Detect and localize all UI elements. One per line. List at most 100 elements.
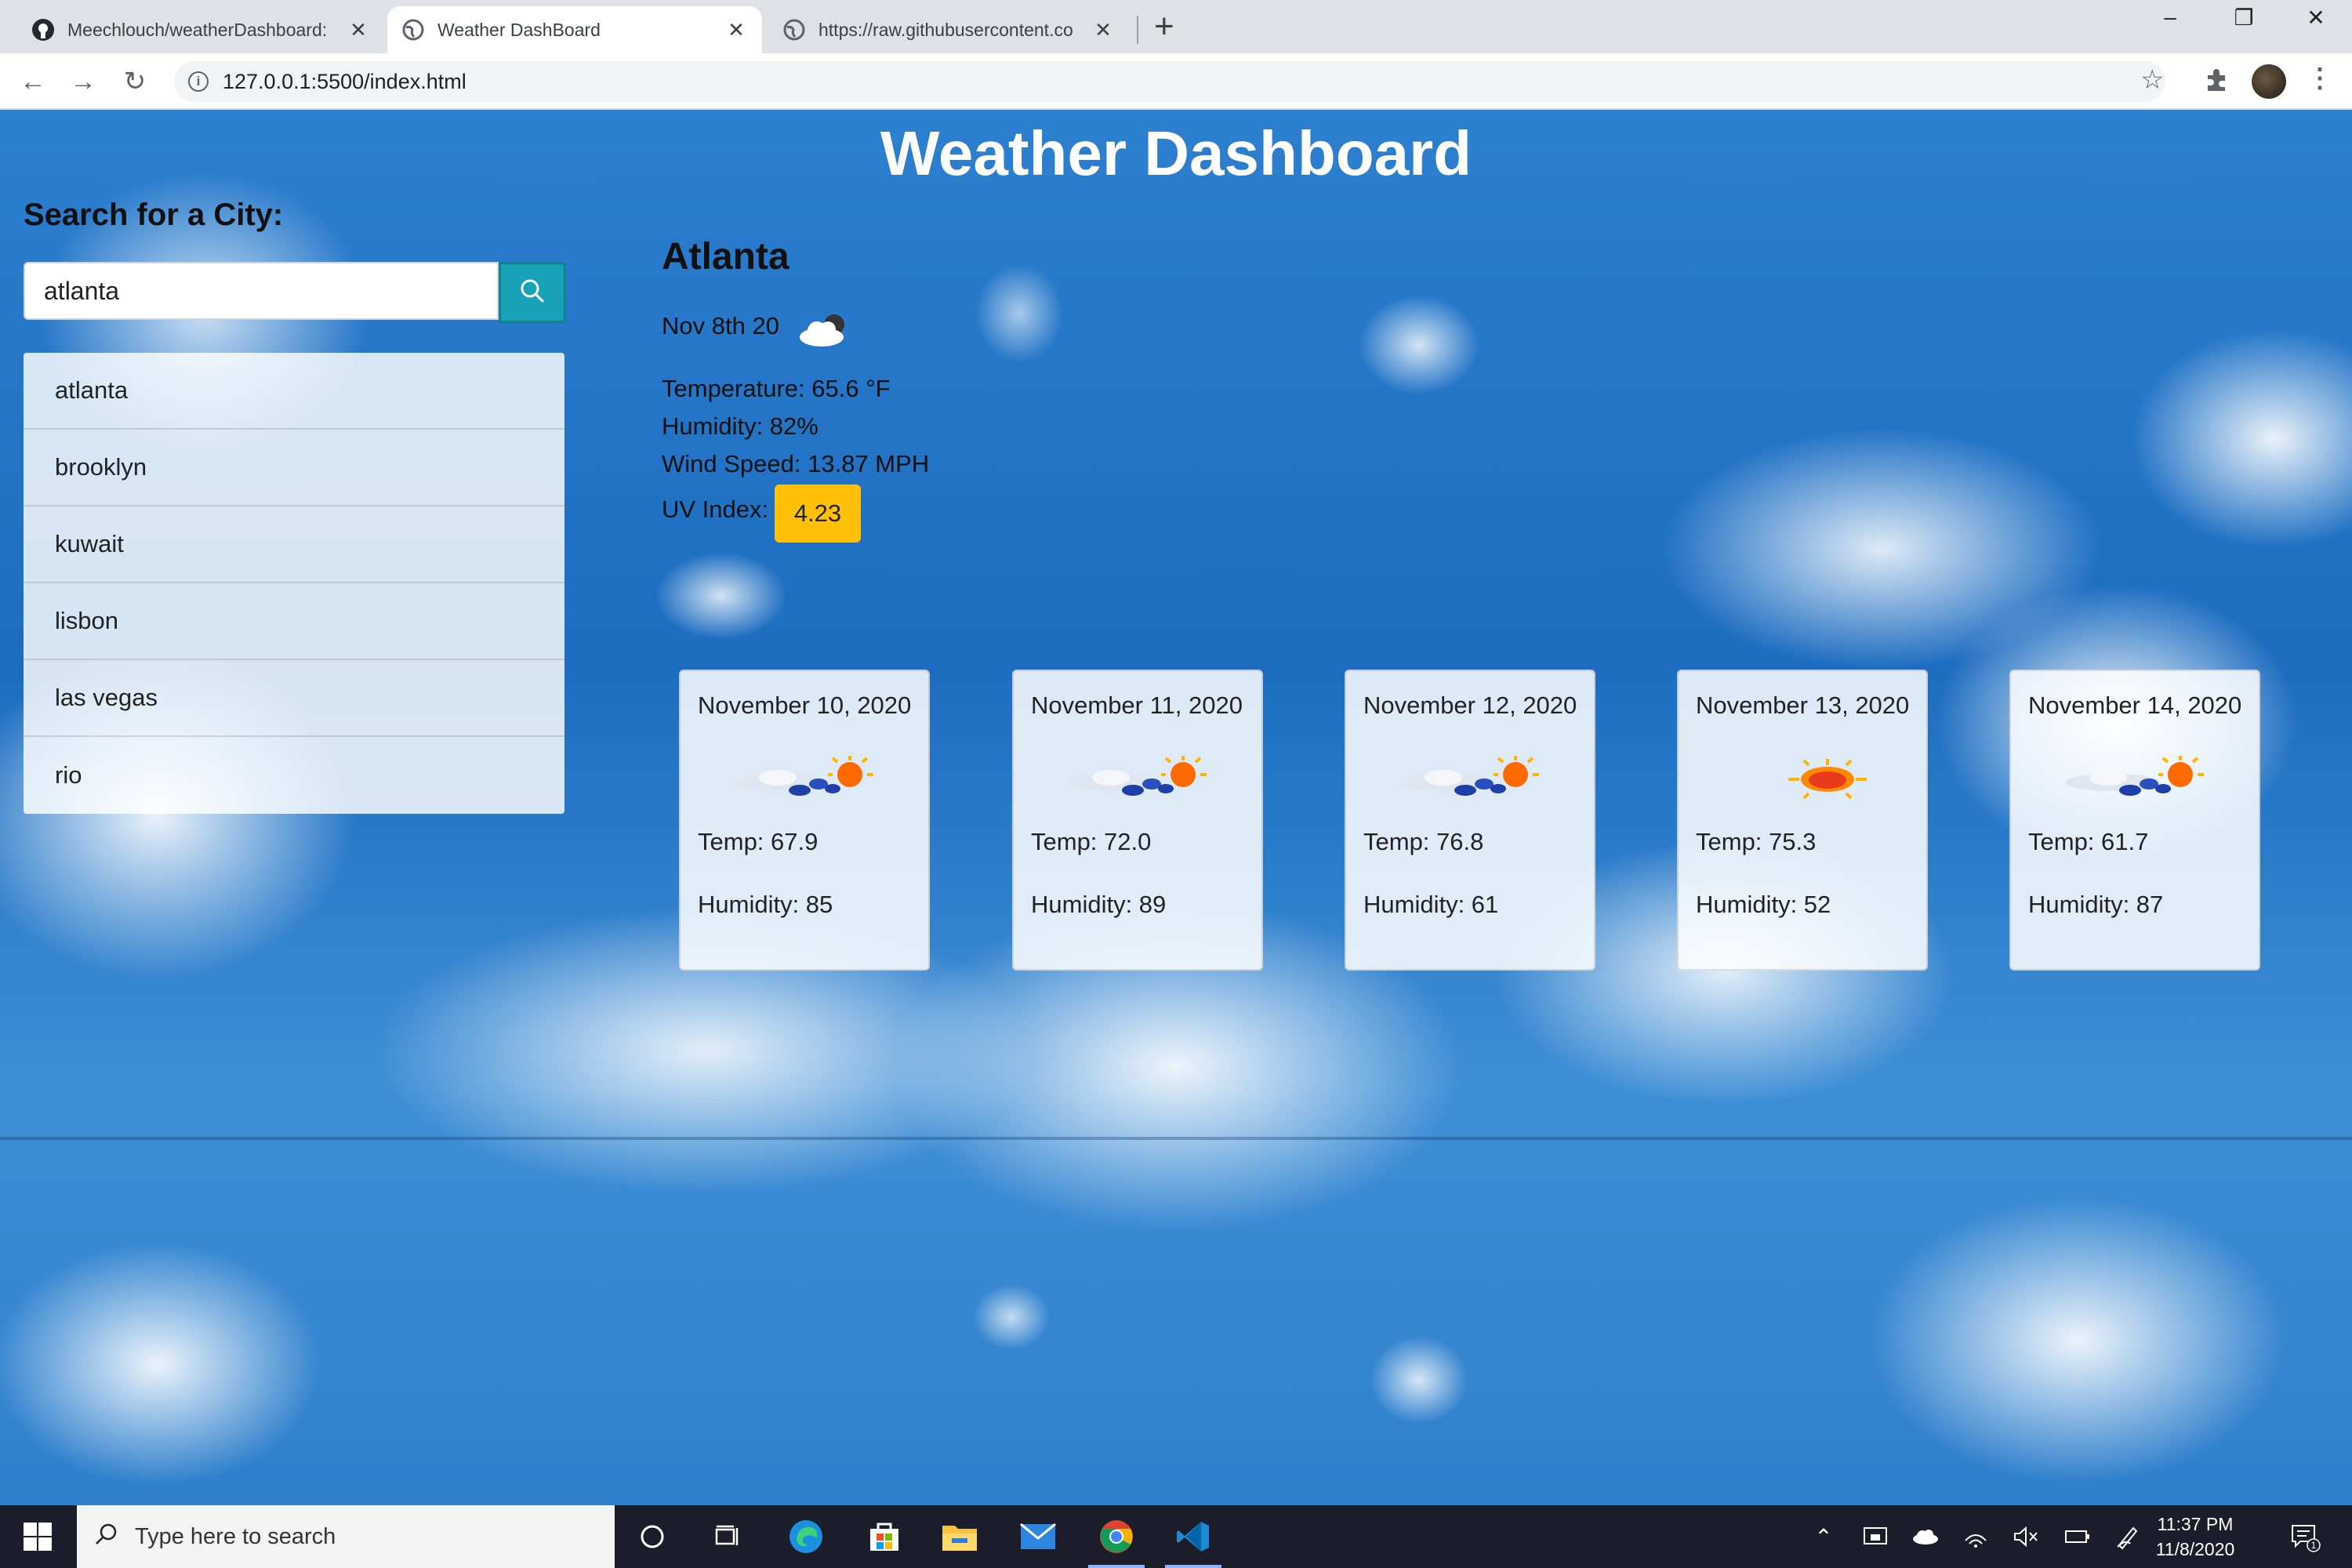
chrome-icon[interactable] xyxy=(1080,1505,1152,1568)
bookmark-star-icon[interactable]: ☆ xyxy=(2140,64,2164,96)
history-item[interactable]: las vegas xyxy=(24,660,564,737)
tab-title: Weather DashBoard xyxy=(437,19,601,40)
reload-icon[interactable]: ↻ xyxy=(118,64,152,99)
tab-title: https://raw.githubusercontent.co xyxy=(818,19,1073,40)
search-label: Search for a City: xyxy=(24,198,284,232)
partly-cloudy-icon xyxy=(723,756,887,807)
address-bar[interactable]: i 127.0.0.1:5500/index.html xyxy=(174,61,2165,102)
uv-index-badge: 4.23 xyxy=(775,485,861,543)
forecast-date: November 13, 2020 xyxy=(1696,691,1910,719)
history-item[interactable]: lisbon xyxy=(24,583,564,660)
background-seam xyxy=(0,1137,2352,1140)
forecast-date: November 10, 2020 xyxy=(698,691,912,719)
forecast-humidity: Humidity: 89 xyxy=(1031,891,1167,918)
forward-icon[interactable]: → xyxy=(66,64,100,99)
github-icon xyxy=(31,18,55,42)
show-hidden-icons-icon[interactable]: ⌃ xyxy=(1808,1505,1839,1568)
tab-title: Meechlouch/weatherDashboard: xyxy=(67,19,328,40)
history-item[interactable]: brooklyn xyxy=(24,430,564,506)
browser-toolbar: ← → ↻ i 127.0.0.1:5500/index.html ☆ ⋮ xyxy=(0,53,2352,110)
search-history-list: atlanta brooklyn kuwait lisbon las vegas… xyxy=(24,353,564,814)
file-explorer-icon[interactable] xyxy=(924,1505,996,1568)
close-window-icon[interactable]: ✕ xyxy=(2300,5,2332,31)
forecast-date: November 11, 2020 xyxy=(1031,691,1243,719)
forecast-humidity: Humidity: 61 xyxy=(1363,891,1499,918)
volume-muted-icon[interactable] xyxy=(2009,1505,2043,1568)
search-button[interactable] xyxy=(499,262,566,323)
forecast-temp: Temp: 76.8 xyxy=(1363,828,1484,855)
weather-page: Weather Dashboard Search for a City: atl… xyxy=(0,110,2352,1505)
cloud-icon xyxy=(793,307,855,355)
clock-time: 11:37 PM xyxy=(2157,1514,2234,1534)
minimize-icon[interactable]: – xyxy=(2154,5,2186,30)
forecast-humidity: Humidity: 87 xyxy=(2028,891,2164,918)
taskbar-search-box[interactable]: Type here to search xyxy=(77,1505,615,1568)
city-search-input[interactable] xyxy=(24,262,499,320)
notification-center-icon[interactable]: 1 xyxy=(2281,1505,2328,1568)
tablet-icon[interactable] xyxy=(1860,1505,1891,1568)
tab-github[interactable]: Meechlouch/weatherDashboard: ✕ xyxy=(17,6,384,53)
restore-icon[interactable]: ❐ xyxy=(2228,5,2259,31)
search-icon xyxy=(518,277,546,309)
extensions-icon[interactable] xyxy=(2203,67,2230,94)
search-icon xyxy=(94,1523,119,1552)
vscode-icon[interactable] xyxy=(1157,1505,1229,1568)
wifi-icon[interactable] xyxy=(1958,1505,1993,1568)
new-tab-icon[interactable]: + xyxy=(1154,9,1174,44)
partly-cloudy-icon xyxy=(1388,756,1553,807)
sun-icon xyxy=(1721,756,1886,807)
forecast-date: November 14, 2020 xyxy=(2028,691,2242,719)
history-item[interactable]: atlanta xyxy=(24,353,564,430)
close-tab-icon[interactable]: ✕ xyxy=(1091,18,1115,42)
system-clock[interactable]: 11:37 PM 11/8/2020 xyxy=(2148,1512,2242,1562)
uv-index-label: UV Index: xyxy=(662,495,769,523)
url-text: 127.0.0.1:5500/index.html xyxy=(223,69,466,93)
forecast-card: November 10, 2020 Temp: 67.9 Humidity: 8… xyxy=(679,670,930,971)
forecast-temp: Temp: 75.3 xyxy=(1696,828,1817,855)
forecast-temp: Temp: 67.9 xyxy=(698,828,818,855)
tab-weather-dashboard[interactable]: Weather DashBoard ✕ xyxy=(387,6,762,53)
page-title: Weather Dashboard xyxy=(880,118,1472,188)
close-tab-icon[interactable]: ✕ xyxy=(724,18,748,42)
menu-kebab-icon[interactable]: ⋮ xyxy=(2307,63,2333,94)
forecast-card: November 13, 2020 Temp: 75.3 Humidity: 5… xyxy=(1677,670,1928,971)
profile-avatar[interactable] xyxy=(2252,64,2286,99)
onedrive-cloud-icon[interactable] xyxy=(1908,1505,1943,1568)
current-city-name: Atlanta xyxy=(662,236,789,278)
edge-icon[interactable] xyxy=(770,1505,842,1568)
partly-cloudy-icon xyxy=(1056,756,1221,807)
battery-icon[interactable] xyxy=(2060,1505,2095,1568)
history-item[interactable]: rio xyxy=(24,737,564,814)
globe-icon xyxy=(782,18,806,42)
current-wind-speed: Wind Speed: 13.87 MPH xyxy=(662,450,930,477)
cortana-icon[interactable] xyxy=(616,1505,688,1568)
microsoft-store-icon[interactable] xyxy=(848,1505,920,1568)
tab-divider xyxy=(1137,16,1138,44)
notification-count: 1 xyxy=(2311,1540,2317,1551)
info-icon[interactable]: i xyxy=(188,71,209,92)
current-date: Nov 8th 20 xyxy=(662,312,779,339)
task-view-icon[interactable] xyxy=(691,1505,764,1568)
back-icon[interactable]: ← xyxy=(16,64,50,99)
current-temperature: Temperature: 65.6 °F xyxy=(662,375,891,402)
forecast-humidity: Humidity: 85 xyxy=(698,891,833,918)
tab-raw-github[interactable]: https://raw.githubusercontent.co ✕ xyxy=(768,6,1129,53)
windows-start-icon[interactable] xyxy=(22,1521,53,1552)
windows-taskbar: Type here to search ⌃ 11:37 PM 11/8/2020… xyxy=(0,1505,2352,1568)
close-tab-icon[interactable]: ✕ xyxy=(347,18,370,42)
forecast-card: November 12, 2020 Temp: 76.8 Humidity: 6… xyxy=(1345,670,1595,971)
current-humidity: Humidity: 82% xyxy=(662,412,818,440)
partly-cloudy-icon xyxy=(2053,756,2218,807)
pen-icon[interactable] xyxy=(2111,1505,2145,1568)
forecast-temp: Temp: 72.0 xyxy=(1031,828,1152,855)
globe-icon xyxy=(401,18,425,42)
taskbar-search-placeholder: Type here to search xyxy=(135,1523,336,1549)
forecast-card: November 14, 2020 Temp: 61.7 Humidity: 8… xyxy=(2009,670,2260,971)
forecast-date: November 12, 2020 xyxy=(1363,691,1577,719)
forecast-humidity: Humidity: 52 xyxy=(1696,891,1831,918)
forecast-card: November 11, 2020 Temp: 72.0 Humidity: 8… xyxy=(1012,670,1263,971)
clock-date: 11/8/2020 xyxy=(2155,1539,2235,1559)
mail-icon[interactable] xyxy=(1002,1505,1074,1568)
forecast-temp: Temp: 61.7 xyxy=(2028,828,2149,855)
history-item[interactable]: kuwait xyxy=(24,506,564,583)
